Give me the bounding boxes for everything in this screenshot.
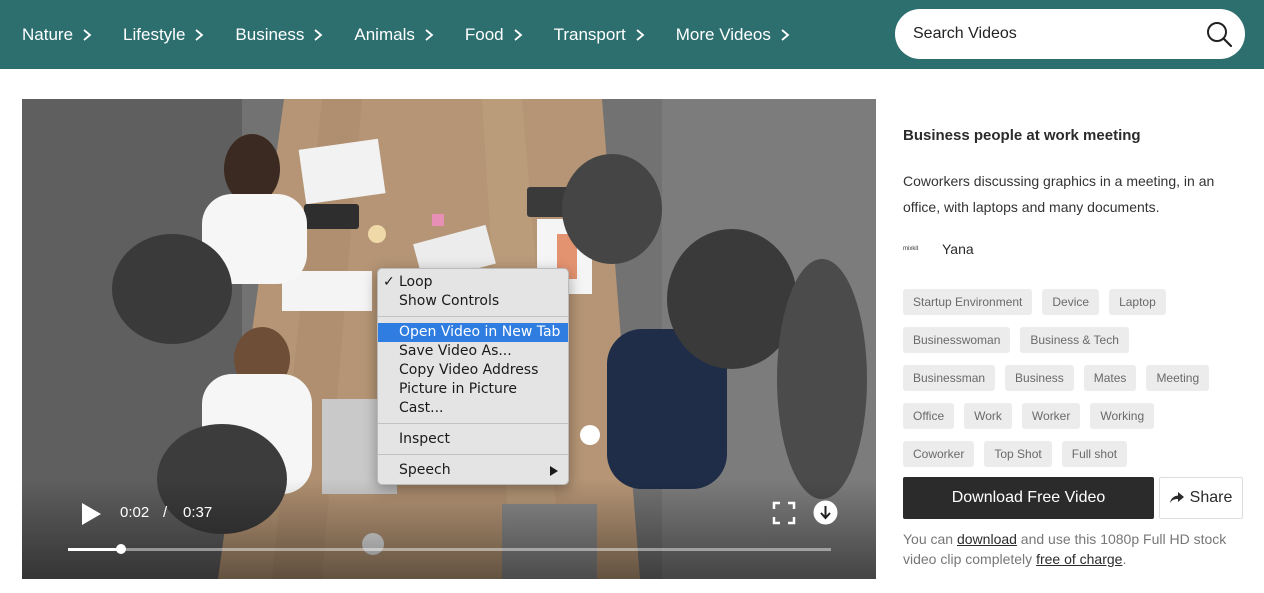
submenu-arrow-icon — [550, 466, 558, 476]
tag[interactable]: Office — [903, 403, 955, 429]
tag[interactable]: Full shot — [1061, 441, 1128, 467]
menu-item-label: Speech — [399, 462, 451, 478]
tag-row: Businesswoman Business & Tech — [903, 327, 1233, 353]
menu-item-save-video-as[interactable]: Save Video As... — [378, 342, 568, 361]
chevron-right-icon — [314, 28, 323, 41]
checkmark-icon: ✓ — [383, 274, 395, 290]
tag-row: Startup Environment Device Laptop — [903, 289, 1233, 315]
nav-item-transport[interactable]: Transport — [554, 25, 646, 45]
search-icon[interactable] — [1205, 20, 1233, 48]
video-title: Business people at work meeting — [903, 127, 1141, 144]
duration: 0:37 — [183, 504, 213, 521]
play-icon[interactable] — [80, 502, 102, 526]
menu-item-label: Picture in Picture — [399, 381, 517, 397]
mixkit-logo: mixkit — [903, 246, 919, 252]
menu-item-open-new-tab[interactable]: Open Video in New Tab — [378, 323, 568, 342]
menu-item-label: Open Video in New Tab — [399, 324, 561, 340]
menu-item-label: Show Controls — [399, 293, 500, 309]
license-suffix: . — [1122, 551, 1127, 567]
context-menu: ✓ Loop Show Controls Open Video in New T… — [377, 268, 569, 485]
menu-item-inspect[interactable]: Inspect — [378, 430, 568, 449]
tag[interactable]: Meeting — [1146, 365, 1210, 391]
tag[interactable]: Mates — [1083, 365, 1137, 391]
tag[interactable]: Laptop — [1109, 289, 1166, 315]
tag-row: Coworker Top Shot Full shot — [903, 441, 1233, 467]
menu-item-label: Cast... — [399, 400, 444, 416]
nav-item-food[interactable]: Food — [465, 25, 524, 45]
time-separator: / — [163, 504, 168, 521]
tag-row: Office Work Worker Working — [903, 403, 1233, 429]
menu-item-loop[interactable]: ✓ Loop — [378, 273, 568, 292]
nav-item-label: Business — [235, 24, 305, 44]
tag[interactable]: Coworker — [903, 441, 975, 467]
nav-item-label: Transport — [553, 24, 626, 44]
chevron-right-icon — [195, 28, 204, 41]
nav-item-nature[interactable]: Nature — [22, 25, 93, 45]
menu-item-picture-in-picture[interactable]: Picture in Picture — [378, 380, 568, 399]
tag[interactable]: Working — [1090, 403, 1155, 429]
progress-bar[interactable] — [68, 544, 831, 554]
menu-separator — [378, 454, 568, 455]
nav-item-animals[interactable]: Animals — [354, 25, 434, 45]
menu-item-label: Copy Video Address — [399, 362, 539, 378]
tag[interactable]: Startup Environment — [903, 289, 1033, 315]
tag-row: Businessman Business Mates Meeting — [903, 365, 1233, 391]
menu-separator — [378, 423, 568, 424]
fullscreen-icon[interactable] — [772, 501, 796, 525]
download-free-video-button[interactable]: Download Free Video — [903, 477, 1154, 519]
license-prefix: You can — [903, 531, 957, 547]
nav-item-label: Lifestyle — [123, 24, 186, 44]
share-button[interactable]: Share — [1159, 477, 1243, 519]
author-name[interactable]: Yana — [942, 241, 974, 257]
nav-item-business[interactable]: Business — [235, 25, 324, 45]
top-navigation-bar: Nature Lifestyle Business Animals Food T… — [0, 0, 1264, 69]
tag[interactable]: Top Shot — [984, 441, 1052, 467]
menu-item-label: Loop — [399, 274, 433, 290]
progress-fill — [68, 548, 122, 551]
menu-separator — [378, 316, 568, 317]
menu-item-show-controls[interactable]: Show Controls — [378, 292, 568, 311]
chevron-right-icon — [514, 28, 523, 41]
search-input[interactable] — [913, 9, 1193, 59]
share-icon — [1169, 492, 1184, 503]
chevron-right-icon — [425, 28, 434, 41]
nav-item-label: More Videos — [675, 24, 771, 44]
tag[interactable]: Businessman — [903, 365, 996, 391]
chevron-right-icon — [83, 28, 92, 41]
nav-item-label: Food — [464, 24, 504, 44]
tag[interactable]: Businesswoman — [903, 327, 1011, 353]
tag[interactable]: Device — [1042, 289, 1100, 315]
download-link[interactable]: download — [957, 531, 1017, 547]
nav-item-label: Nature — [22, 24, 74, 44]
license-text: You can download and use this 1080p Full… — [903, 529, 1243, 569]
current-time: 0:02 — [120, 504, 150, 521]
chevron-right-icon — [781, 28, 790, 41]
menu-item-label: Inspect — [399, 431, 450, 447]
nav-item-lifestyle[interactable]: Lifestyle — [123, 25, 205, 45]
tag[interactable]: Work — [964, 403, 1012, 429]
tag[interactable]: Business & Tech — [1020, 327, 1129, 353]
share-label: Share — [1189, 489, 1233, 506]
chevron-right-icon — [636, 28, 645, 41]
download-icon[interactable] — [813, 500, 838, 525]
search-box — [895, 9, 1245, 59]
tag[interactable]: Worker — [1021, 403, 1081, 429]
free-of-charge-link[interactable]: free of charge — [1036, 551, 1122, 567]
menu-item-speech[interactable]: Speech — [378, 461, 568, 480]
tag[interactable]: Business — [1005, 365, 1074, 391]
menu-item-cast[interactable]: Cast... — [378, 399, 568, 418]
video-description: Coworkers discussing graphics in a meeti… — [903, 173, 1215, 215]
nav-item-label: Animals — [354, 24, 415, 44]
nav-item-more-videos[interactable]: More Videos — [676, 25, 791, 45]
menu-item-label: Save Video As... — [399, 343, 512, 359]
category-nav: Nature Lifestyle Business Animals Food T… — [22, 0, 821, 69]
author[interactable]: mixkit Yana — [903, 240, 974, 258]
menu-item-copy-video-address[interactable]: Copy Video Address — [378, 361, 568, 380]
tag-list: Startup Environment Device Laptop Busine… — [903, 289, 1233, 479]
